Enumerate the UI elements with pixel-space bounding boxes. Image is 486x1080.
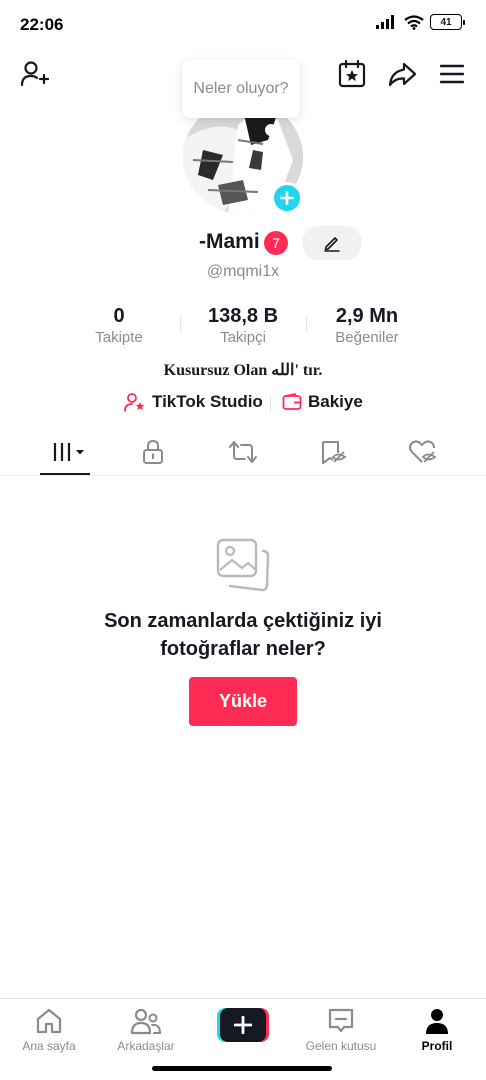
tab-liked[interactable] [398, 430, 448, 474]
likes-count: 2,9 Mn [335, 305, 399, 327]
tiktok-studio-label: TikTok Studio [152, 392, 263, 411]
display-name: -Mami [199, 230, 260, 253]
balance-label: Bakiye [308, 392, 363, 411]
add-friend-button[interactable] [18, 58, 50, 90]
tab-favorites[interactable] [308, 430, 358, 474]
nav-inbox[interactable]: Gelen kutusu [296, 1007, 386, 1053]
profile-bio: Kusursuz Olan الله' tır. [163, 362, 323, 379]
status-icons: 41 [376, 14, 465, 30]
avatar-container[interactable] [183, 100, 303, 220]
bookmark-hidden-icon [322, 441, 347, 464]
likes-label: Beğeniler [335, 329, 399, 346]
battery-icon: 41 [430, 14, 465, 30]
tab-reposts[interactable] [218, 430, 268, 474]
create-plus-icon [220, 1008, 266, 1042]
nav-inbox-label: Gelen kutusu [305, 1039, 377, 1053]
profile-links: TikTok Studio Bakiye [0, 390, 486, 416]
nav-friends[interactable]: Arkadaşlar [101, 1007, 191, 1053]
balance-link[interactable]: Bakiye [282, 392, 363, 412]
share-profile-button[interactable] [386, 58, 418, 90]
nav-profile[interactable]: Profil [392, 1007, 482, 1053]
profile-stats: 0 Takipte 138,8 B Takipçi 2,9 Mn Beğenil… [0, 304, 486, 348]
add-story-button[interactable] [271, 182, 303, 214]
create-button[interactable] [217, 1008, 269, 1042]
cellular-signal-icon [376, 15, 394, 29]
photos-icon [214, 536, 272, 594]
stat-divider [306, 316, 307, 332]
username: @mqmi1x [206, 263, 280, 280]
nav-home[interactable]: Ana sayfa [4, 1007, 94, 1053]
edit-profile-button[interactable] [302, 226, 362, 260]
share-icon [388, 62, 417, 87]
nav-friends-label: Arkadaşlar [117, 1039, 175, 1053]
name-row: -Mami 7 [0, 226, 486, 260]
status-bar: 22:06 41 [0, 0, 486, 48]
stat-divider [180, 316, 181, 332]
whats-happening-tooltip[interactable]: Neler oluyor? [182, 60, 300, 118]
following-count: 0 [113, 305, 125, 327]
friends-icon [130, 1008, 162, 1035]
following-label: Takipte [95, 329, 143, 346]
nav-profile-label: Profil [421, 1039, 453, 1053]
tab-videos[interactable] [40, 430, 90, 474]
inbox-icon [328, 1008, 354, 1033]
followers-stat[interactable]: 138,8 B Takipçi [193, 304, 293, 348]
battery-level: 41 [440, 16, 452, 28]
links-divider [270, 395, 271, 413]
profile-icon [426, 1009, 448, 1034]
content-tabs [0, 430, 486, 476]
pencil-icon [324, 237, 340, 252]
upload-button[interactable]: Yükle [189, 677, 297, 726]
creator-star-icon [124, 393, 145, 412]
notification-badge[interactable]: 7 [264, 231, 288, 255]
calendar-star-icon [338, 59, 366, 88]
home-icon [36, 1008, 62, 1034]
likes-stat[interactable]: 2,9 Mn Beğeniler [322, 304, 412, 348]
tiktok-studio-link[interactable]: TikTok Studio [124, 392, 263, 412]
followers-count: 138,8 B [207, 305, 279, 327]
wallet-icon [282, 393, 302, 410]
hamburger-menu-icon [439, 64, 465, 84]
status-time: 22:06 [20, 15, 64, 34]
followers-label: Takipçi [220, 329, 266, 346]
home-indicator [152, 1066, 332, 1071]
repost-icon [229, 441, 257, 463]
active-tab-indicator [40, 473, 90, 475]
calendar-button[interactable] [336, 58, 368, 90]
grid-dropdown-icon [53, 443, 84, 461]
nav-home-label: Ana sayfa [22, 1039, 76, 1053]
empty-state-title: Son zamanlarda çektiğiniz iyi fotoğrafla… [104, 610, 382, 660]
plus-icon [280, 191, 294, 205]
tab-private[interactable] [128, 430, 178, 474]
add-user-icon [20, 61, 49, 87]
menu-button[interactable] [436, 58, 468, 90]
wifi-icon [404, 14, 424, 30]
following-stat[interactable]: 0 Takipte [88, 304, 150, 348]
lock-icon [143, 439, 163, 464]
heart-hidden-icon [409, 440, 437, 463]
